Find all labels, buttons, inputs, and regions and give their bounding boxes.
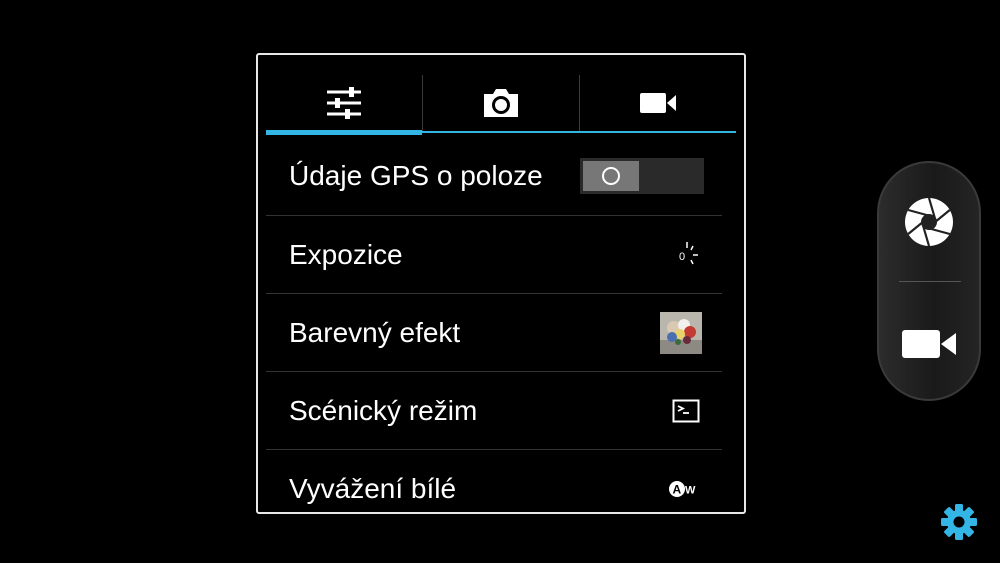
tab-indicator	[266, 130, 422, 135]
color-effect-label: Barevný efekt	[289, 317, 461, 348]
list-item-color-effect[interactable]: Barevný efekt	[266, 293, 722, 372]
scene-mode-label: Scénický režim	[289, 395, 478, 426]
video-mode-button[interactable]	[879, 289, 979, 399]
exposure-icon: 0	[679, 242, 698, 265]
tab-photo-settings[interactable]	[423, 69, 579, 137]
color-effect-thumbnail	[660, 312, 702, 354]
list-item-white-balance[interactable]: Vyvážení bílé A W	[266, 449, 722, 512]
white-balance-auto-icon: A W	[669, 481, 696, 497]
tab-video-settings[interactable]	[580, 69, 736, 137]
tab-general-settings[interactable]	[266, 69, 422, 137]
photo-mode-button[interactable]	[879, 167, 979, 277]
list-item-scene-mode[interactable]: Scénický režim	[266, 371, 722, 450]
gear-icon[interactable]	[940, 503, 978, 541]
gps-label: Údaje GPS o poloze	[289, 160, 543, 191]
video-camera-icon	[640, 93, 676, 113]
sliders-icon	[327, 87, 361, 119]
camera-icon	[484, 89, 518, 117]
gps-toggle[interactable]	[580, 158, 704, 194]
shutter-icon	[905, 197, 953, 247]
settings-tabs	[266, 69, 736, 137]
svg-text:A: A	[673, 483, 682, 497]
list-item-exposure[interactable]: Expozice 0	[266, 215, 722, 294]
video-camera-icon	[902, 330, 956, 358]
svg-text:W: W	[685, 485, 696, 497]
mode-switcher	[877, 161, 981, 401]
exposure-label: Expozice	[289, 239, 403, 270]
toggle-knob	[583, 161, 639, 191]
exposure-value: 0	[679, 251, 685, 263]
camera-settings-panel: Údaje GPS o poloze Expozice 0 Barevný ef…	[256, 53, 746, 514]
scene-mode-icon	[672, 399, 700, 423]
list-item-gps[interactable]: Údaje GPS o poloze	[266, 137, 722, 215]
white-balance-label: Vyvážení bílé	[289, 473, 457, 504]
